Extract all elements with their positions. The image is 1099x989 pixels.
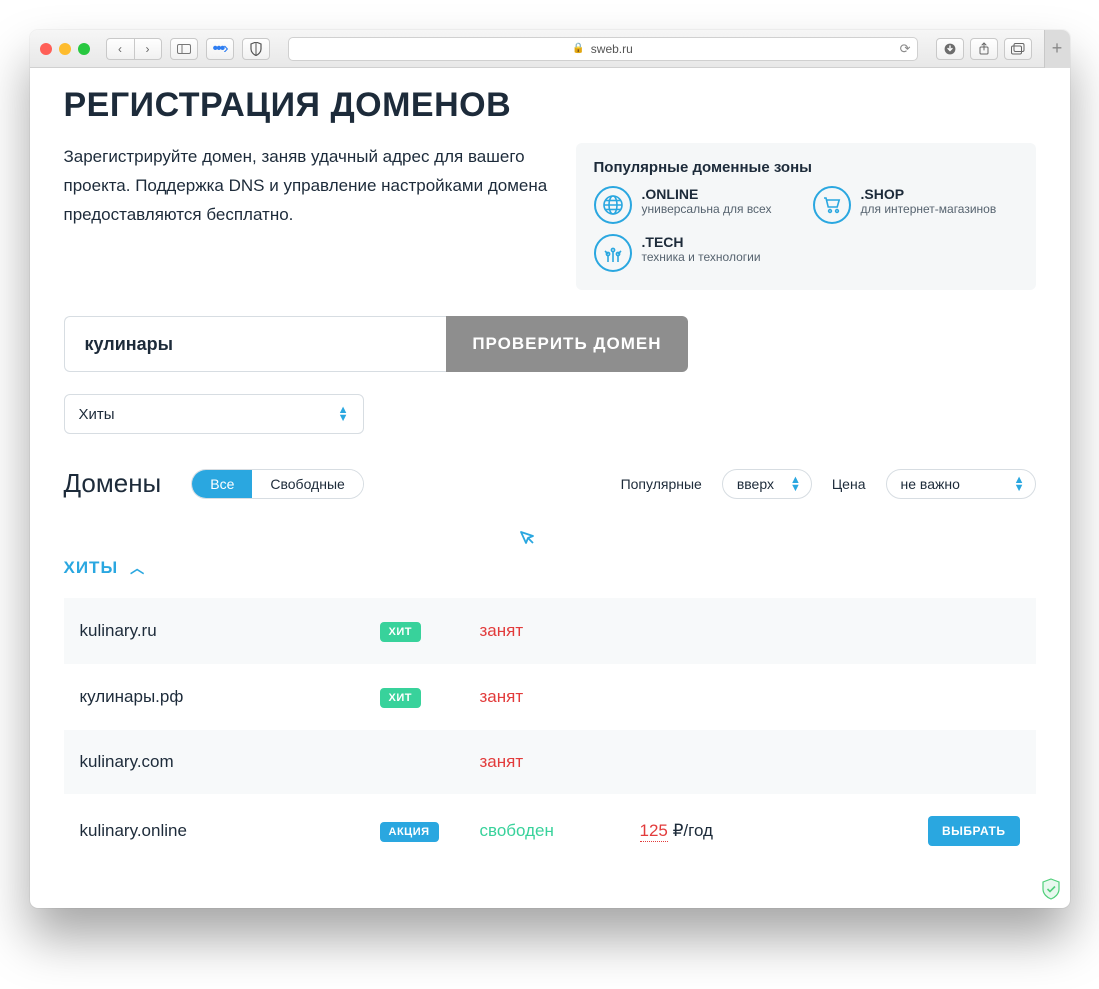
zone-desc: для интернет-магазинов	[861, 202, 997, 218]
browser-window: ‹ › •••› 🔒 sweb.ru ⟳ + РЕ	[30, 30, 1070, 908]
domain-search-input[interactable]	[64, 316, 447, 372]
popular-zones-title: Популярные доменные зоны	[594, 159, 1018, 176]
check-domain-button[interactable]: ПРОВЕРИТЬ ДОМЕН	[446, 316, 687, 372]
page-title: РЕГИСТРАЦИЯ ДОМЕНОВ	[64, 86, 1036, 125]
lock-icon: 🔒	[572, 43, 584, 54]
domain-row: kulinary.onlineАКЦИЯсвободен125 ₽/год ВЫБ…	[64, 794, 1036, 868]
circuit-icon	[594, 234, 632, 272]
tab-free[interactable]: Свободные	[252, 470, 362, 498]
minimize-window-button[interactable]	[59, 43, 71, 55]
zone-tech[interactable]: .TECH техника и технологии	[594, 234, 799, 272]
forward-button[interactable]: ›	[134, 38, 162, 60]
popularity-label: Популярные	[621, 476, 702, 492]
zone-name: .TECH	[642, 234, 761, 250]
domain-row: кулинары.рфХИТзанят	[64, 664, 1036, 730]
tab-all[interactable]: Все	[192, 470, 252, 498]
url-host: sweb.ru	[591, 42, 633, 56]
right-toolbar	[936, 38, 1032, 60]
maximize-window-button[interactable]	[78, 43, 90, 55]
domain-name: kulinary.ru	[80, 621, 380, 641]
zone-online[interactable]: .ONLINE универсальна для всех	[594, 186, 799, 224]
back-button[interactable]: ‹	[106, 38, 134, 60]
filter-bar: Домены Все Свободные Популярные вверх ▲▼…	[64, 468, 1036, 499]
category-select[interactable]: Хиты ▲▼	[64, 394, 364, 434]
domain-name: кулинары.рф	[80, 687, 380, 707]
extensions-button[interactable]: •••›	[206, 38, 234, 60]
security-badge-icon	[1040, 878, 1062, 900]
share-button[interactable]	[970, 38, 998, 60]
popular-zones-panel: Популярные доменные зоны .ONLINE универс…	[576, 143, 1036, 290]
zone-shop[interactable]: .SHOP для интернет-магазинов	[813, 186, 1018, 224]
availability-toggle: Все Свободные	[191, 469, 364, 499]
domain-name: kulinary.com	[80, 752, 380, 772]
new-tab-button[interactable]: +	[1044, 30, 1070, 68]
price-select[interactable]: не важно ▲▼	[886, 469, 1036, 499]
globe-icon	[594, 186, 632, 224]
domain-row: kulinary.com занят	[64, 730, 1036, 794]
domain-status: занят	[480, 687, 640, 707]
domain-name: kulinary.online	[80, 821, 380, 841]
domain-status: свободен	[480, 821, 640, 841]
price-label: Цена	[832, 476, 866, 492]
domain-status: занят	[480, 621, 640, 641]
tabs-overview-button[interactable]	[1004, 38, 1032, 60]
group-header-hits[interactable]: ХИТЫ ︿	[64, 558, 1036, 578]
downloads-button[interactable]	[936, 38, 964, 60]
group-title: ХИТЫ	[64, 558, 119, 578]
domain-badge: АКЦИЯ	[380, 820, 480, 842]
popularity-select[interactable]: вверх ▲▼	[722, 469, 812, 499]
domain-status: занят	[480, 752, 640, 772]
nav-buttons: ‹ ›	[106, 38, 162, 60]
zone-desc: техника и технологии	[642, 250, 761, 266]
browser-toolbar: ‹ › •••› 🔒 sweb.ru ⟳ +	[30, 30, 1070, 68]
cart-icon	[813, 186, 851, 224]
domain-results: kulinary.ruХИТзаняткулинары.рфХИТзанятku…	[64, 598, 1036, 868]
cursor-icon	[518, 529, 1036, 552]
domain-row: kulinary.ruХИТзанят	[64, 598, 1036, 664]
popularity-value: вверх	[737, 476, 774, 492]
sidebar-toggle-button[interactable]	[170, 38, 198, 60]
window-controls	[40, 43, 90, 55]
price-value: не важно	[901, 476, 960, 492]
category-select-value: Хиты	[79, 406, 115, 423]
privacy-shield-button[interactable]	[242, 38, 270, 60]
domain-action: ВЫБРАТЬ	[840, 816, 1020, 846]
domain-badge: ХИТ	[380, 686, 480, 708]
zone-desc: универсальна для всех	[642, 202, 772, 218]
zone-name: .ONLINE	[642, 186, 772, 202]
zone-name: .SHOP	[861, 186, 997, 202]
select-arrows-icon: ▲▼	[790, 476, 801, 492]
select-arrows-icon: ▲▼	[1014, 476, 1025, 492]
select-arrows-icon: ▲▼	[338, 406, 349, 422]
address-bar[interactable]: 🔒 sweb.ru ⟳	[288, 37, 918, 61]
chevron-up-icon: ︿	[130, 558, 145, 578]
section-title: Домены	[64, 468, 162, 499]
domain-price: 125 ₽/год	[640, 821, 840, 841]
domain-search: ПРОВЕРИТЬ ДОМЕН	[64, 316, 688, 372]
choose-button[interactable]: ВЫБРАТЬ	[928, 816, 1020, 846]
close-window-button[interactable]	[40, 43, 52, 55]
domain-badge: ХИТ	[380, 620, 480, 642]
reload-button[interactable]: ⟳	[900, 41, 911, 57]
page-content: РЕГИСТРАЦИЯ ДОМЕНОВ Зарегистрируйте доме…	[30, 68, 1070, 908]
intro-text: Зарегистрируйте домен, заняв удачный адр…	[64, 143, 548, 290]
